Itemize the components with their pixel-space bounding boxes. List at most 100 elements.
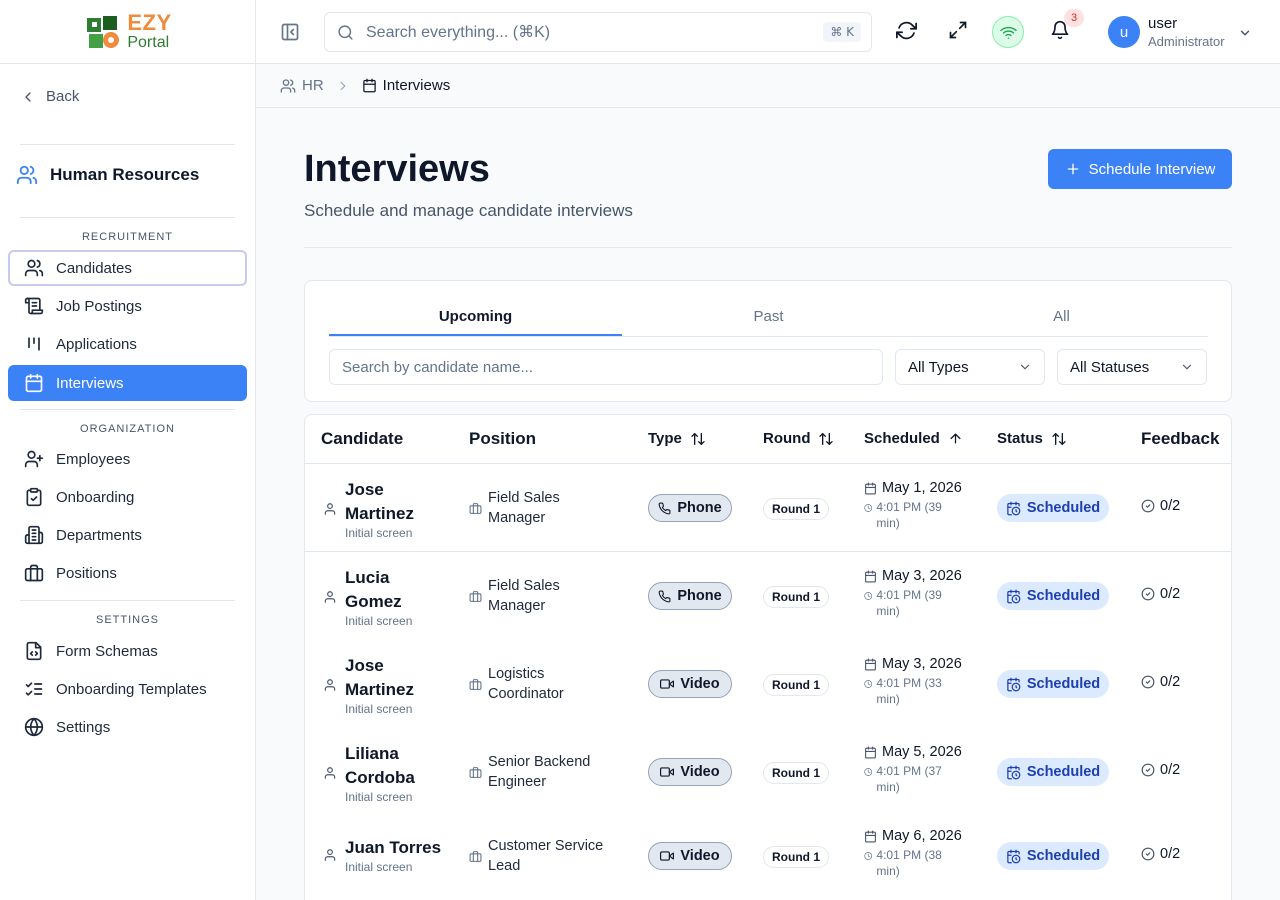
column-header-position: Position — [469, 429, 536, 449]
briefcase-icon — [469, 590, 482, 602]
module-title: Human Resources — [16, 164, 199, 186]
back-label: Back — [46, 88, 80, 105]
calendar-icon — [865, 570, 876, 582]
user-plus-icon — [24, 450, 44, 468]
notification-count-badge: 3 — [1064, 9, 1084, 27]
sidebar-item-form-schemas[interactable]: Form Schemas — [8, 633, 247, 669]
sort-icon — [1052, 432, 1066, 445]
candidate-search-input[interactable] — [329, 349, 883, 385]
calendar-icon — [865, 746, 876, 758]
status-label: Scheduled — [1026, 500, 1101, 516]
breadcrumb-hr[interactable]: HR — [280, 77, 324, 94]
calendar-icon — [865, 482, 876, 494]
sidebar-item-candidates[interactable]: Candidates — [8, 250, 247, 286]
scheduled-time: 4:01 PM (38 min) — [876, 848, 942, 878]
column-label: Round — [763, 430, 811, 447]
sidebar-toggle-button[interactable] — [280, 22, 300, 47]
feedback-count: 0/2 — [1160, 498, 1181, 514]
user-icon — [324, 503, 336, 515]
candidate-cell: Lucia Gomez Initial screen — [323, 566, 425, 628]
chevron-left-icon — [25, 91, 31, 102]
status-badge: Scheduled — [997, 758, 1109, 786]
position-name: Logistics Coordinator — [488, 666, 564, 702]
scheduled-date: May 3, 2026 — [882, 568, 962, 584]
user-menu-button[interactable] — [1238, 26, 1252, 45]
user-name[interactable]: user — [1148, 15, 1177, 32]
sidebar-item-onboarding[interactable]: Onboarding — [8, 479, 247, 515]
table-row[interactable]: Jose Martinez Initial screen Logistics C… — [305, 640, 1231, 728]
header-divider — [304, 247, 1232, 248]
briefcase-icon — [469, 502, 482, 514]
plus-icon — [1067, 163, 1078, 175]
schedule-interview-button[interactable]: Schedule Interview — [1048, 149, 1232, 189]
logo-area: EZY Portal — [0, 0, 255, 64]
check-circle-icon — [1141, 499, 1155, 513]
sidebar-item-employees[interactable]: Employees — [8, 441, 247, 477]
candidate-name[interactable]: Lucia Gomez — [345, 566, 425, 614]
table-row[interactable]: Lucia Gomez Initial screen Field Sales M… — [305, 552, 1231, 640]
tab-upcoming[interactable]: Upcoming — [329, 301, 622, 336]
column-header-status[interactable]: Status — [997, 430, 1067, 447]
user-icon — [324, 767, 336, 779]
clock-icon — [864, 680, 873, 688]
briefcase-icon — [469, 766, 482, 778]
sidebar-item-interviews[interactable]: Interviews — [8, 365, 247, 401]
connection-status-button[interactable] — [992, 16, 1024, 48]
refresh-button[interactable] — [896, 20, 917, 46]
tab-past[interactable]: Past — [622, 301, 915, 336]
wifi-icon — [999, 26, 1017, 39]
tab-all[interactable]: All — [915, 301, 1208, 336]
column-label: Type — [648, 430, 682, 447]
sidebar-item-onboarding-templates[interactable]: Onboarding Templates — [8, 671, 247, 707]
module-title-label: Human Resources — [50, 165, 200, 184]
sidebar-item-departments[interactable]: Departments — [8, 517, 247, 553]
column-header-type[interactable]: Type — [648, 430, 706, 447]
clipboard-check-icon — [26, 487, 42, 507]
sidebar-item-label: Departments — [56, 526, 142, 544]
candidate-name[interactable]: Jose Martinez — [345, 654, 425, 702]
table-row[interactable]: Liliana Cordoba Initial screen Senior Ba… — [305, 728, 1231, 816]
status-label: Scheduled — [1026, 676, 1101, 692]
feedback-cell: 0/2 — [1141, 846, 1180, 862]
feedback-count: 0/2 — [1160, 674, 1181, 690]
table-row[interactable]: Jose Martinez Initial screen Field Sales… — [305, 464, 1231, 552]
calendar-clock-icon — [1007, 589, 1021, 603]
sidebar-item-settings[interactable]: Settings — [8, 709, 247, 745]
interview-note: Initial screen — [345, 790, 413, 804]
candidate-name[interactable]: Liliana Cordoba — [345, 742, 425, 790]
sidebar-item-job-postings[interactable]: Job Postings — [8, 288, 247, 324]
candidate-name[interactable]: Jose Martinez — [345, 478, 425, 526]
scheduled-cell: May 3, 2026 4:01 PM (33 min) — [864, 656, 962, 707]
kanban-icon — [28, 337, 40, 351]
position-cell: Senior Backend Engineer — [469, 752, 598, 792]
back-link[interactable]: Back — [20, 88, 79, 105]
type-badge: Phone — [648, 582, 732, 610]
sidebar-divider — [20, 409, 235, 410]
schedule-interview-label: Schedule Interview — [1088, 160, 1216, 178]
interview-note: Initial screen — [345, 614, 413, 628]
status-filter-select[interactable]: All Statuses — [1057, 349, 1207, 385]
type-filter-select[interactable]: All Types — [895, 349, 1045, 385]
sort-icon — [819, 432, 834, 445]
status-label: Scheduled — [1026, 588, 1101, 604]
round-badge: Round 1 — [763, 762, 829, 784]
avatar[interactable]: u — [1108, 16, 1140, 48]
breadcrumb-current-label: Interviews — [382, 77, 451, 94]
global-search-input[interactable]: Search everything... (⌘K) ⌘ K — [324, 12, 872, 52]
type-badge: Video — [648, 758, 732, 786]
column-label: Status — [997, 430, 1043, 447]
candidate-name[interactable]: Juan Torres — [345, 836, 445, 860]
interview-tabs: Upcoming Past All — [329, 301, 1208, 337]
position-cell: Customer Service Lead — [469, 836, 608, 876]
round-badge: Round 1 — [763, 586, 829, 608]
candidate-cell: Jose Martinez Initial screen — [323, 654, 425, 716]
fullscreen-button[interactable] — [948, 20, 968, 45]
column-header-scheduled[interactable]: Scheduled — [864, 430, 963, 447]
app-logo[interactable]: EZY Portal — [83, 12, 171, 52]
table-row[interactable]: Juan Torres Initial screen Customer Serv… — [305, 816, 1231, 900]
sidebar-item-applications[interactable]: Applications — [8, 326, 247, 362]
sidebar-item-positions[interactable]: Positions — [8, 555, 247, 591]
interview-note: Initial screen — [345, 526, 413, 540]
column-header-round[interactable]: Round — [763, 430, 834, 447]
chevron-down-icon — [1182, 364, 1192, 370]
